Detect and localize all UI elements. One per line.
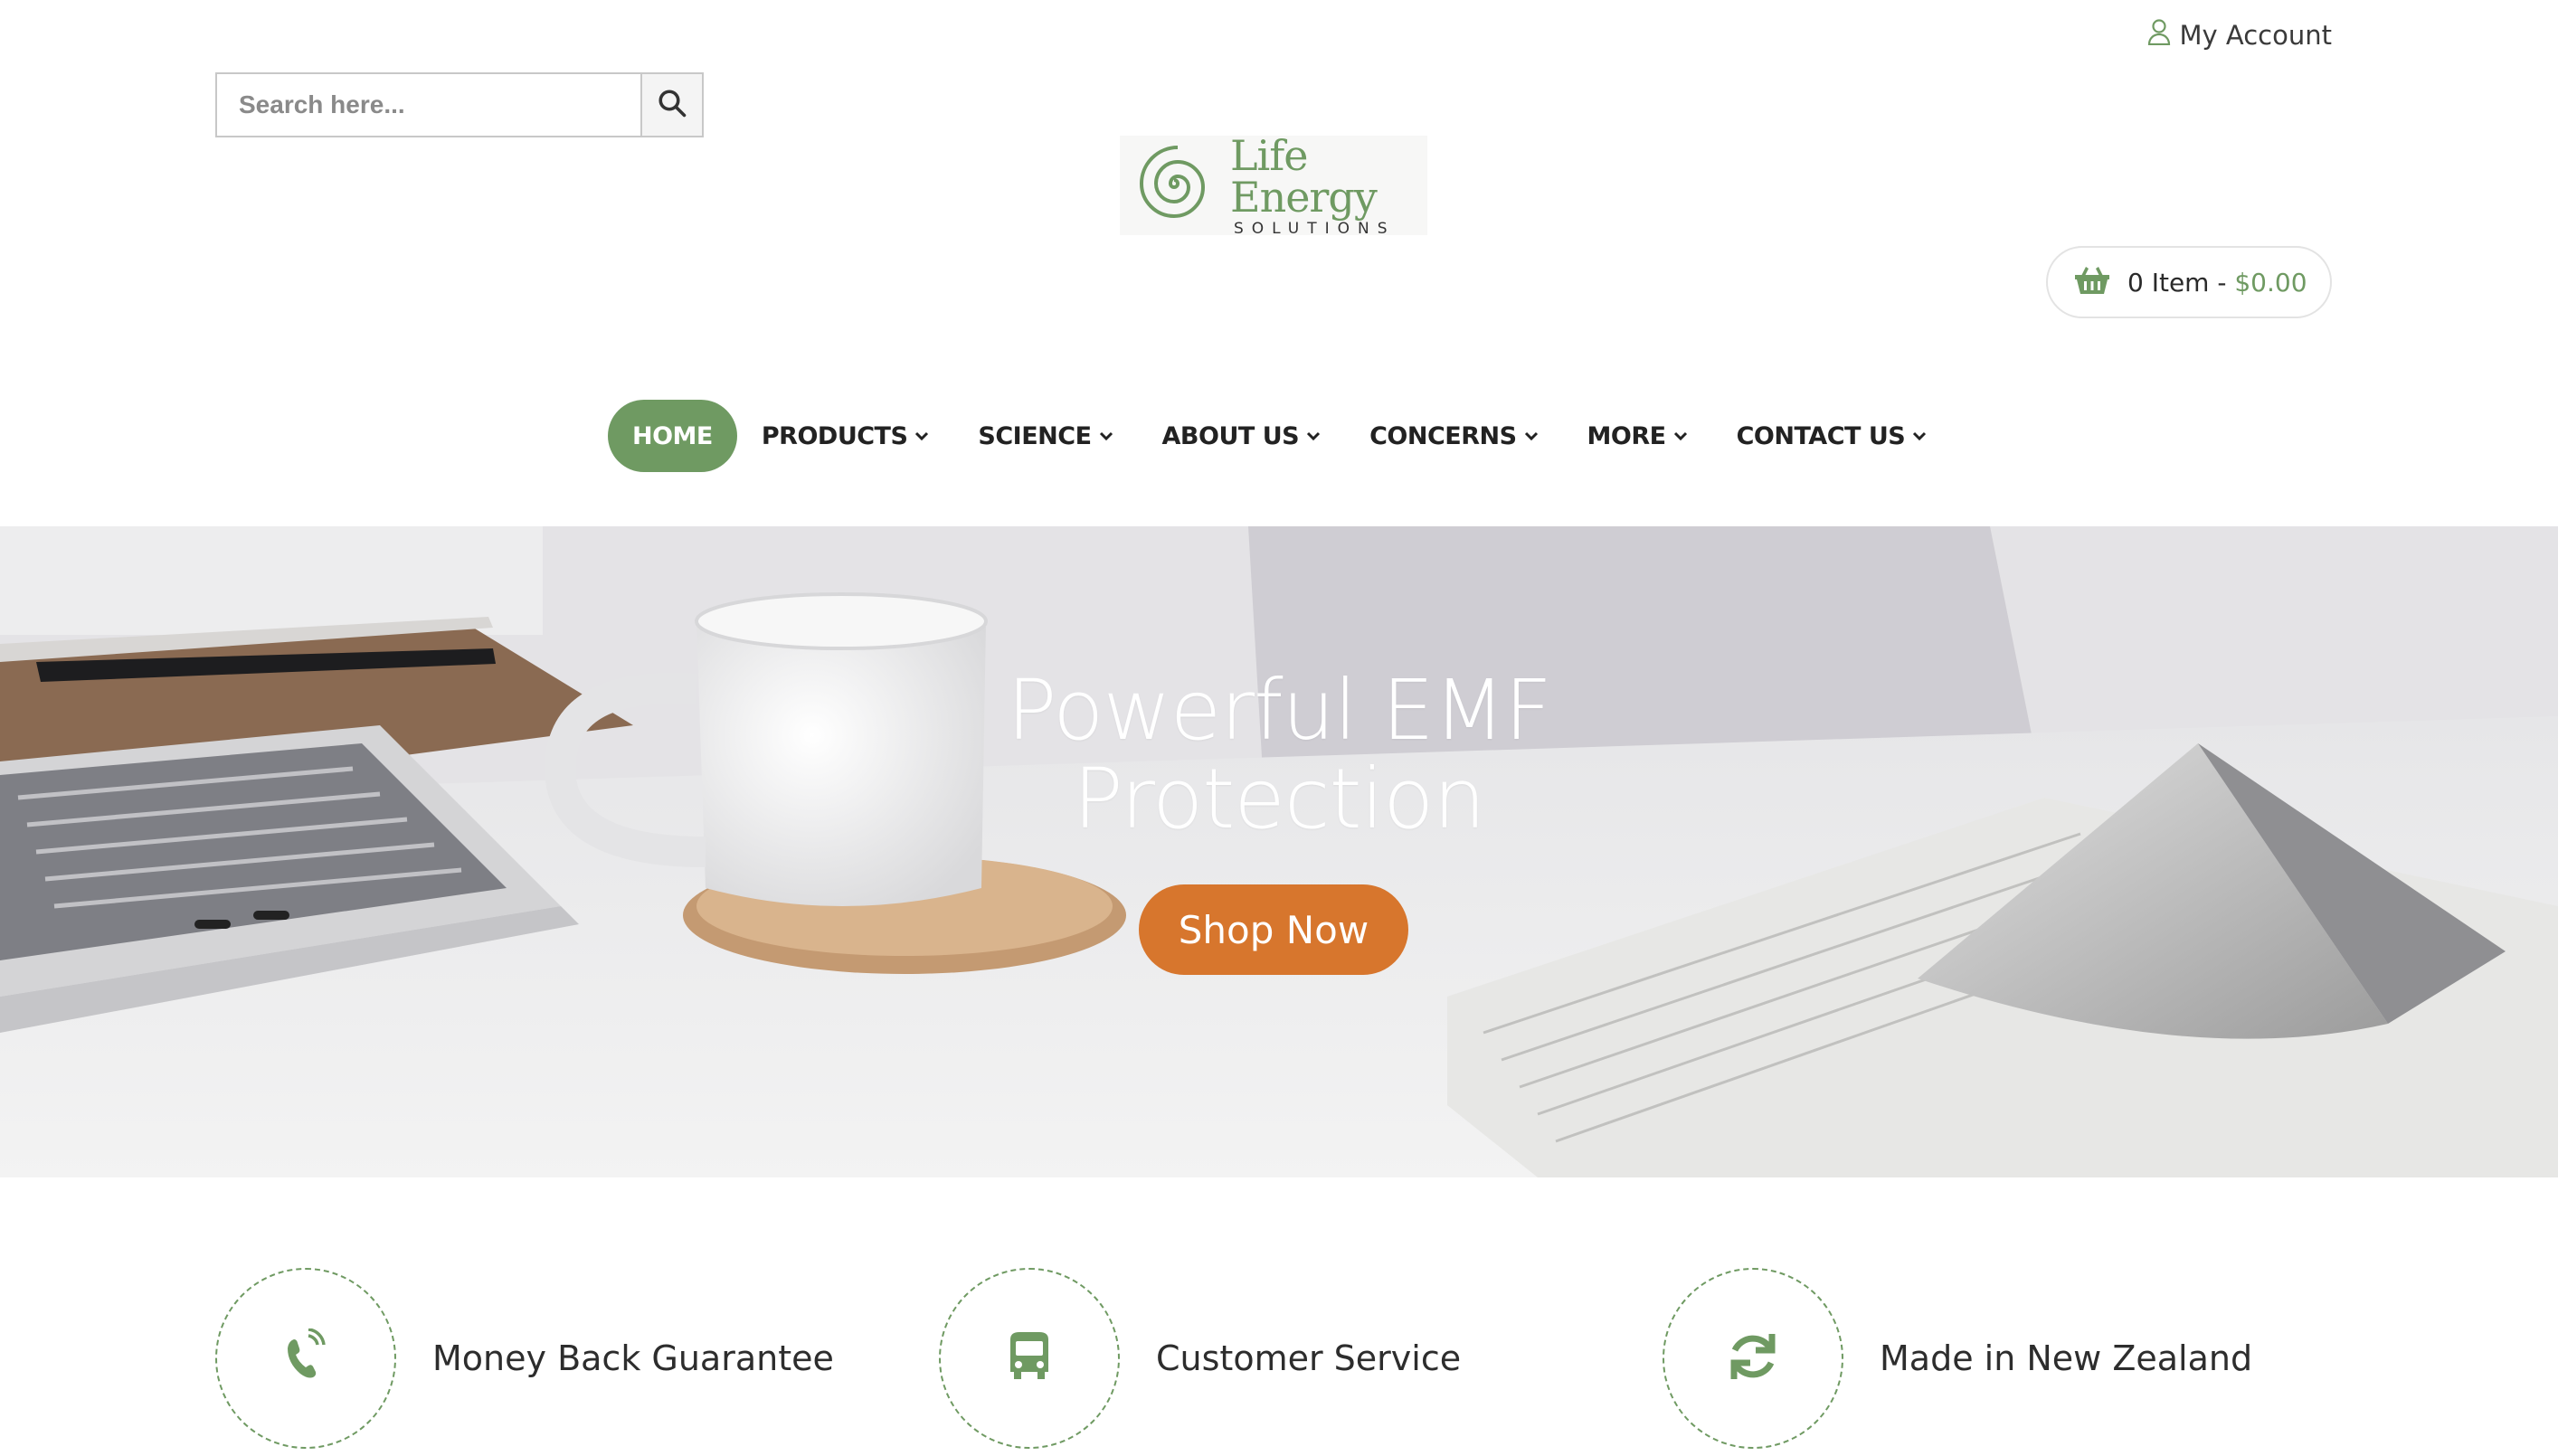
refresh-icon — [1725, 1328, 1781, 1388]
shop-now-button[interactable]: Shop Now — [1139, 884, 1408, 975]
site-logo[interactable]: Life Energy SOLUTIONS — [1120, 135, 1427, 237]
phone-icon — [278, 1328, 334, 1388]
cart-count: 0 Item — [2127, 267, 2210, 298]
logo-brand: Life Energy — [1230, 130, 1378, 222]
basket-icon — [2073, 263, 2111, 302]
hero-background-image — [0, 526, 2558, 1177]
feature-label: Customer Service — [1156, 1338, 1462, 1378]
search-form — [215, 72, 704, 137]
chevron-down-icon — [1913, 431, 1927, 441]
cart-button[interactable]: 0 Item - $0.00 — [2046, 246, 2332, 318]
search-icon — [656, 87, 688, 123]
feature-label: Made in New Zealand — [1880, 1338, 2253, 1378]
feature-made-in-nz: Made in New Zealand — [1663, 1268, 2252, 1449]
nav-item-label: SCIENCE — [978, 421, 1092, 450]
user-icon — [2147, 18, 2171, 52]
my-account-link[interactable]: My Account — [2147, 18, 2333, 52]
logo-tagline: SOLUTIONS — [1234, 219, 1396, 238]
features-strip: Money Back Guarantee Customer Service Ma… — [215, 1268, 2386, 1449]
hero-title-line-1: Powerful EMF — [1006, 662, 1552, 759]
main-nav: HOME PRODUCTS SCIENCE ABOUT US CONCERNS … — [608, 400, 1951, 472]
nav-item-more[interactable]: MORE — [1563, 400, 1712, 472]
hero-title: Powerful EMF Protection — [0, 667, 2558, 844]
cart-separator: - — [2209, 267, 2235, 298]
chevron-down-icon — [1099, 431, 1113, 441]
nav-item-label: ABOUT US — [1161, 421, 1300, 450]
nav-item-label: HOME — [632, 421, 713, 450]
cart-total: $0.00 — [2234, 267, 2307, 298]
feature-customer-service: Customer Service — [939, 1268, 1461, 1449]
logo-text: Life Energy SOLUTIONS — [1230, 135, 1427, 237]
feature-icon-circle — [1663, 1268, 1843, 1449]
nav-item-contact-us[interactable]: CONTACT US — [1712, 400, 1952, 472]
cart-summary: 0 Item - $0.00 — [2127, 268, 2307, 298]
feature-icon-circle — [939, 1268, 1120, 1449]
nav-item-label: CONCERNS — [1369, 421, 1517, 450]
my-account-label: My Account — [2179, 19, 2333, 51]
feature-label: Money Back Guarantee — [432, 1338, 834, 1378]
nav-item-products[interactable]: PRODUCTS — [737, 400, 954, 472]
nav-item-home[interactable]: HOME — [608, 400, 737, 472]
hero-banner: Powerful EMF Protection Shop Now — [0, 526, 2558, 1177]
spiral-logo-icon — [1129, 138, 1219, 232]
nav-item-label: MORE — [1587, 421, 1667, 450]
bus-icon — [1001, 1328, 1057, 1388]
nav-item-concerns[interactable]: CONCERNS — [1345, 400, 1562, 472]
nav-item-about-us[interactable]: ABOUT US — [1138, 400, 1346, 472]
chevron-down-icon — [1524, 431, 1538, 441]
hero-title-line-2: Protection — [1073, 751, 1485, 847]
nav-item-label: PRODUCTS — [761, 421, 908, 450]
chevron-down-icon — [1307, 431, 1321, 441]
chevron-down-icon — [915, 431, 929, 441]
nav-item-label: CONTACT US — [1736, 421, 1906, 450]
search-input[interactable] — [215, 72, 640, 137]
feature-icon-circle — [215, 1268, 396, 1449]
nav-item-science[interactable]: SCIENCE — [953, 400, 1137, 472]
chevron-down-icon — [1673, 431, 1687, 441]
search-button[interactable] — [640, 72, 704, 137]
feature-money-back: Money Back Guarantee — [215, 1268, 834, 1449]
